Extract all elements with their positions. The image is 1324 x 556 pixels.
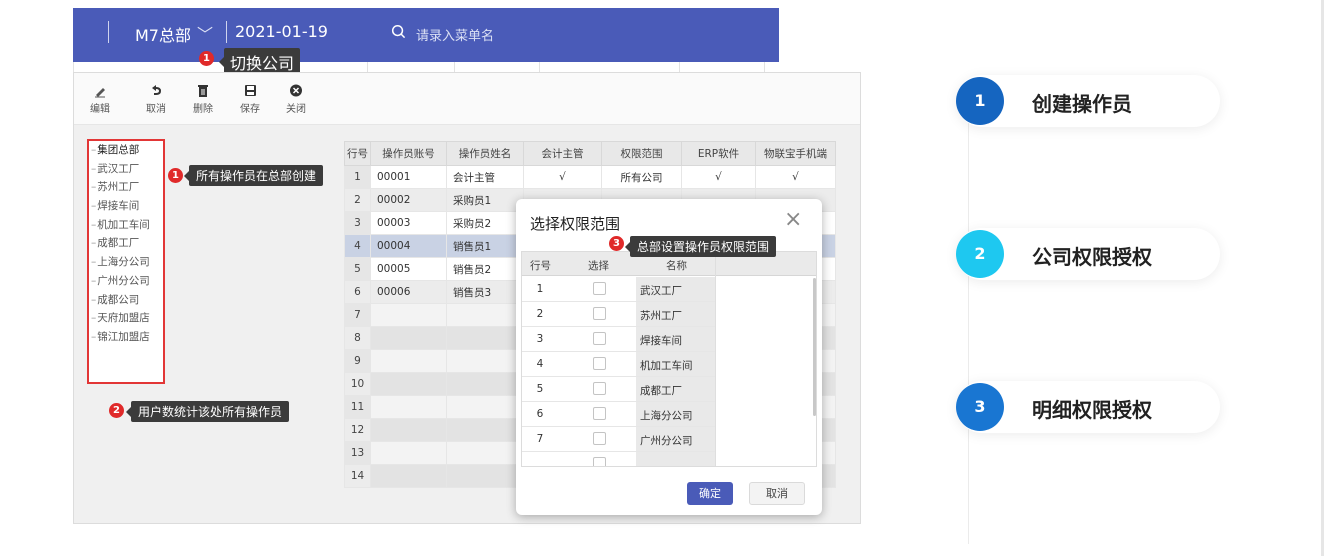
step-1: 1 创建操作员 [956,75,1220,127]
step-label: 公司权限授权 [1032,245,1152,269]
checkbox[interactable] [593,282,606,295]
checkbox[interactable] [593,382,606,395]
list-item[interactable]: 6 上海分公司 [522,402,716,427]
annotation-badge-1: 1 [168,168,183,183]
tree-node[interactable]: 集团总部 [89,141,163,160]
tree-node[interactable]: 成都工厂 [89,234,163,253]
list-item[interactable]: 7 广州分公司 [522,427,716,452]
tree-node[interactable]: 锦江加盟店 [89,328,163,347]
annotation-badge-2: 2 [109,403,124,418]
close-button[interactable]: 关闭 [280,83,312,115]
business-date[interactable]: 2021-01-19 [235,22,328,41]
tree-node[interactable]: 焊接车间 [89,197,163,216]
step-label: 创建操作员 [1032,92,1132,116]
tree-node[interactable]: 上海分公司 [89,253,163,272]
list-item[interactable]: 3 焊接车间 [522,327,716,352]
divider [715,252,716,466]
step-number: 3 [956,383,1004,431]
tree-node[interactable]: 苏州工厂 [89,178,163,197]
col-header[interactable]: 行号 [344,141,371,166]
list-item[interactable]: 4 机加工车间 [522,352,716,377]
tree-node[interactable]: 机加工车间 [89,216,163,235]
step-3: 3 明细权限授权 [956,381,1220,433]
list-item[interactable]: 1 武汉工厂 [522,277,716,302]
list-item[interactable]: 2 苏州工厂 [522,302,716,327]
checkbox[interactable] [593,407,606,420]
search-icon[interactable] [391,24,406,39]
close-icon[interactable]: × [784,209,802,231]
save-button[interactable]: 保存 [234,83,266,115]
checkbox[interactable] [593,432,606,445]
checkbox[interactable] [593,332,606,345]
list-item[interactable] [522,452,716,466]
undo-icon [152,85,161,95]
save-icon [245,85,256,96]
company-switcher[interactable]: M7总部 [135,22,191,46]
close-circle-icon [290,84,302,97]
scrollbar[interactable] [813,278,816,416]
toolbar: 编辑 取消 删除 保存 关闭 [74,73,860,125]
checkbox[interactable] [593,357,606,370]
delete-button[interactable]: 删除 [187,83,219,115]
scope-table: 行号 选择 名称 1 武汉工厂 2 苏州工厂 3 焊接车间 4 机加工车间 5 成都工厂 … [521,251,817,467]
step-label: 明细权限授权 [1032,398,1152,422]
tree-node[interactable]: 天府加盟店 [89,309,163,328]
tree-node[interactable]: 成都公司 [89,291,163,310]
col-header[interactable]: ERP软件 [681,141,756,166]
top-nav-bar: M7总部 ﹀ 2021-01-19 请录入菜单名 [73,8,779,62]
col-header[interactable]: 会计主管 [523,141,602,166]
dialog-title: 选择权限范围 [530,215,621,233]
list-item[interactable]: 5 成都工厂 [522,377,716,402]
pencil-icon [95,88,105,98]
table-row[interactable]: 1 00001 会计主管 √ 所有公司 √ √ [344,165,836,189]
trash-icon [198,85,208,97]
tooltip-hq-scope: 总部设置操作员权限范围 [624,236,777,257]
company-tree: 集团总部 武汉工厂 苏州工厂 焊接车间 机加工车间 成都工厂 上海分公司 广州分… [87,139,165,384]
col-header[interactable]: 权限范围 [601,141,682,166]
cancel-button[interactable]: 取消 [140,83,172,115]
tree-node[interactable]: 武汉工厂 [89,160,163,179]
checkbox[interactable] [593,457,606,466]
divider [108,21,109,43]
annotation-badge-3: 3 [609,236,624,251]
step-number: 2 [956,230,1004,278]
col-header[interactable]: 操作员姓名 [446,141,524,166]
divider [226,21,227,43]
tooltip-user-count: 用户数统计该处所有操作员 [125,401,290,422]
chevron-down-icon[interactable]: ﹀ [197,21,213,45]
step-number: 1 [956,77,1004,125]
confirm-button[interactable]: 确定 [687,482,733,505]
checkbox[interactable] [593,307,606,320]
cancel-button[interactable]: 取消 [749,482,805,505]
col-header[interactable]: 操作员账号 [370,141,447,166]
step-guide-line [968,94,969,544]
edit-button[interactable]: 编辑 [84,83,116,115]
tooltip-create-at-hq: 所有操作员在总部创建 [183,165,324,186]
col-header[interactable]: 物联宝手机端 [755,141,836,166]
menu-search-input[interactable]: 请录入菜单名 [416,25,494,44]
tree-node[interactable]: 广州分公司 [89,272,163,291]
step-2: 2 公司权限授权 [956,228,1220,280]
